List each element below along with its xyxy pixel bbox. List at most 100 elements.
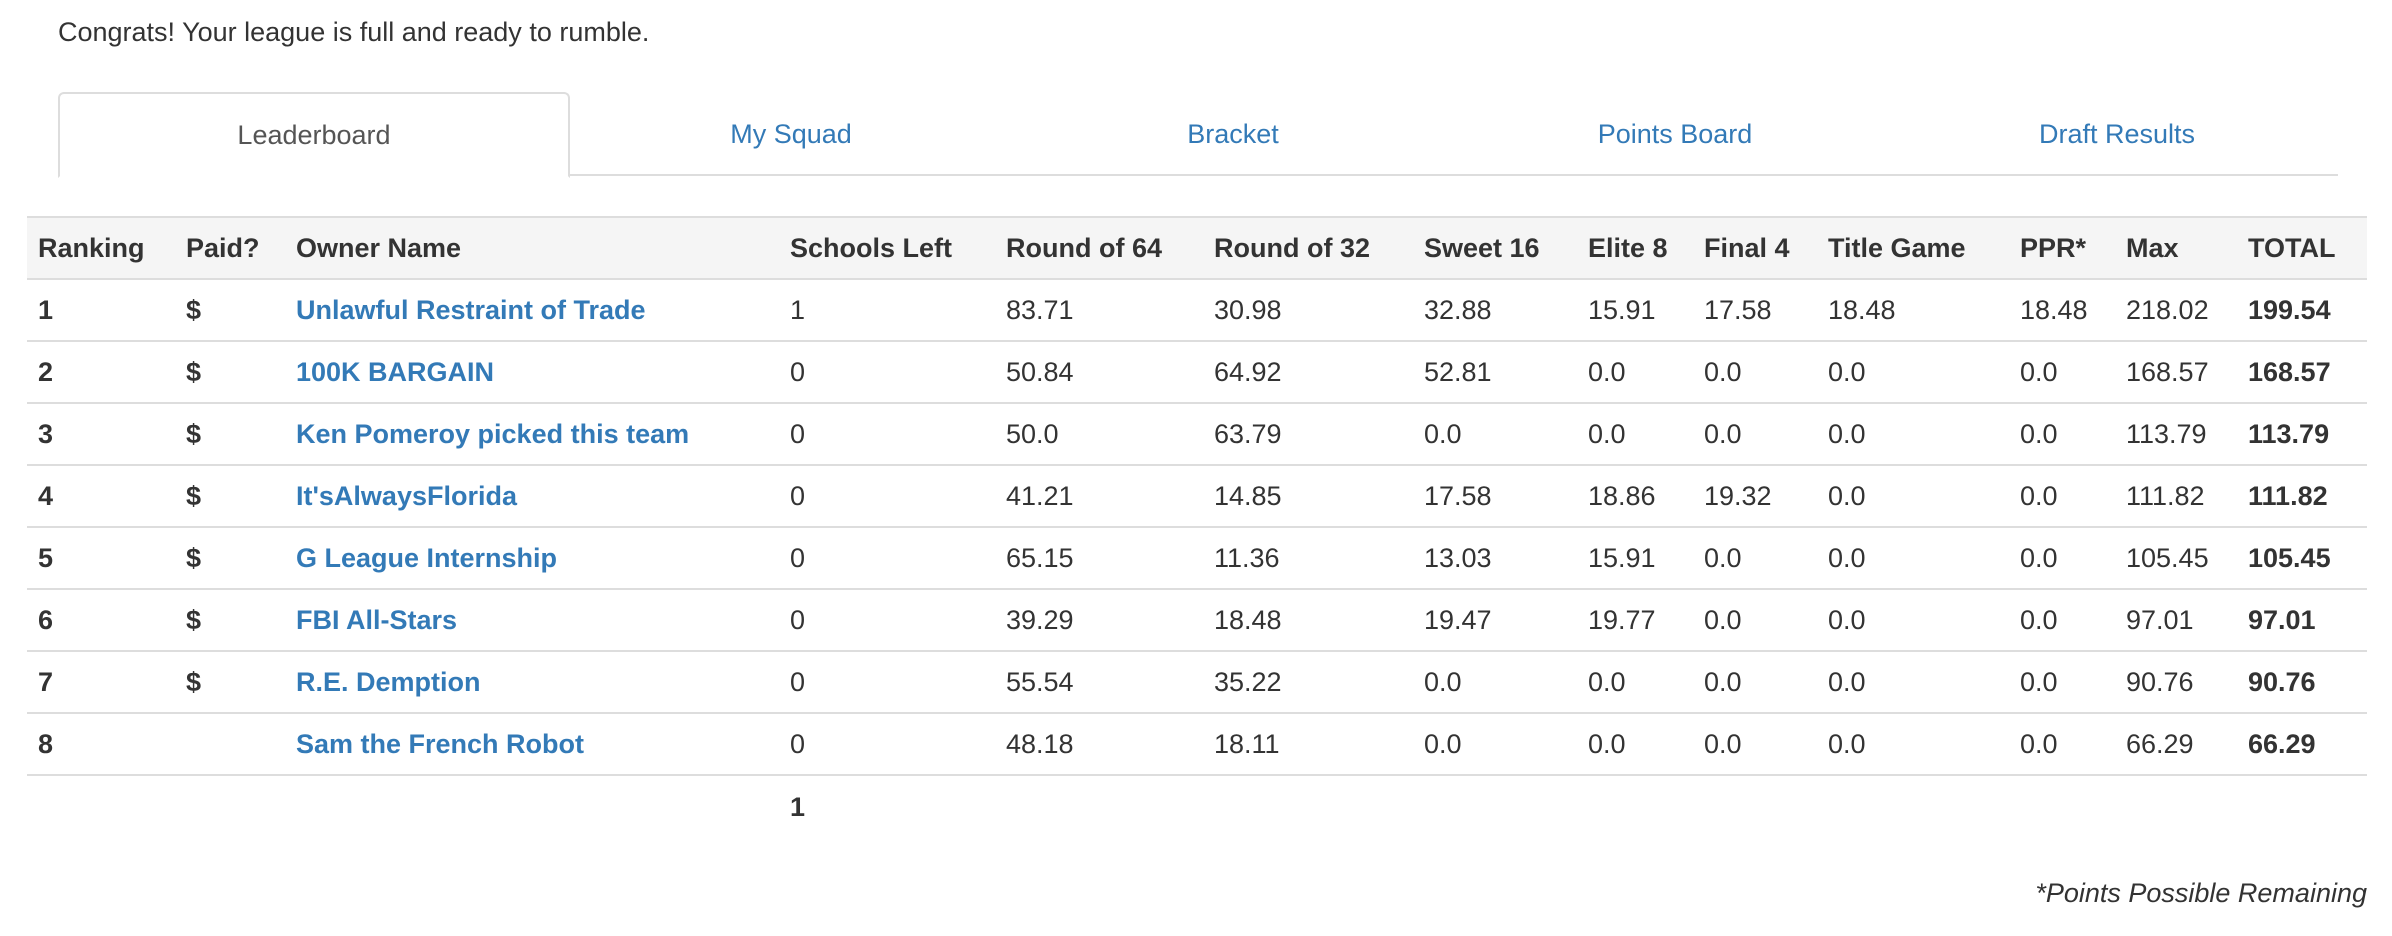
- round-of-32-cell: 18.48: [1203, 589, 1413, 652]
- final-4-cell: 0.0: [1693, 527, 1817, 590]
- column-header-schools-left[interactable]: Schools Left: [779, 216, 995, 280]
- max-cell: 105.45: [2115, 527, 2237, 590]
- final-4-cell: 0.0: [1693, 403, 1817, 466]
- total-cell: 90.76: [2237, 651, 2367, 714]
- round-of-64-cell: 50.84: [995, 341, 1203, 404]
- empty-cell: [1203, 775, 1413, 838]
- paid-cell: $: [175, 403, 285, 466]
- final-4-cell: 17.58: [1693, 279, 1817, 342]
- max-cell: 113.79: [2115, 403, 2237, 466]
- schools-left-cell: 1: [779, 279, 995, 342]
- column-header-max[interactable]: Max: [2115, 216, 2237, 280]
- sweet-16-cell: 13.03: [1413, 527, 1577, 590]
- column-header-round-of-32[interactable]: Round of 32: [1203, 216, 1413, 280]
- paid-cell: $: [175, 589, 285, 652]
- ranking-cell: 6: [27, 589, 175, 652]
- owner-name-link[interactable]: FBI All-Stars: [285, 589, 779, 652]
- empty-cell: [27, 775, 175, 838]
- title-game-cell: 0.0: [1817, 713, 2009, 776]
- schools-left-cell: 0: [779, 465, 995, 528]
- sweet-16-cell: 52.81: [1413, 341, 1577, 404]
- sweet-16-cell: 32.88: [1413, 279, 1577, 342]
- total-cell: 111.82: [2237, 465, 2367, 528]
- ranking-cell: 8: [27, 713, 175, 776]
- table-header-row: Ranking Paid? Owner Name Schools Left Ro…: [27, 216, 2367, 280]
- elite-8-cell: 0.0: [1577, 341, 1693, 404]
- league-status-message: Congrats! Your league is full and ready …: [58, 17, 650, 47]
- owner-name-link[interactable]: G League Internship: [285, 527, 779, 590]
- league-tabs: Leaderboard My Squad Bracket Points Boar…: [58, 92, 2338, 178]
- round-of-32-cell: 64.92: [1203, 341, 1413, 404]
- sweet-16-cell: 0.0: [1413, 651, 1577, 714]
- empty-cell: [175, 775, 285, 838]
- round-of-64-cell: 41.21: [995, 465, 1203, 528]
- round-of-64-cell: 39.29: [995, 589, 1203, 652]
- tab-bracket[interactable]: Bracket: [1012, 92, 1454, 176]
- empty-cell: [1413, 775, 1577, 838]
- owner-name-link[interactable]: Ken Pomeroy picked this team: [285, 403, 779, 466]
- column-header-round-of-64[interactable]: Round of 64: [995, 216, 1203, 280]
- column-header-total[interactable]: TOTAL: [2237, 216, 2367, 280]
- schools-left-cell: 0: [779, 527, 995, 590]
- elite-8-cell: 0.0: [1577, 651, 1693, 714]
- sweet-16-cell: 0.0: [1413, 403, 1577, 466]
- owner-name-link[interactable]: R.E. Demption: [285, 651, 779, 714]
- tab-points-board[interactable]: Points Board: [1454, 92, 1896, 176]
- empty-cell: [2237, 775, 2367, 838]
- owner-name-link[interactable]: Unlawful Restraint of Trade: [285, 279, 779, 342]
- tab-my-squad[interactable]: My Squad: [570, 92, 1012, 176]
- round-of-32-cell: 30.98: [1203, 279, 1413, 342]
- schools-left-cell: 0: [779, 651, 995, 714]
- ranking-cell: 5: [27, 527, 175, 590]
- table-row: 5 $ G League Internship 0 65.15 11.36 13…: [27, 527, 2367, 590]
- max-cell: 66.29: [2115, 713, 2237, 776]
- empty-cell: [2009, 775, 2115, 838]
- schools-left-cell: 0: [779, 403, 995, 466]
- title-game-cell: 0.0: [1817, 527, 2009, 590]
- paid-cell: $: [175, 527, 285, 590]
- table-row: 3 $ Ken Pomeroy picked this team 0 50.0 …: [27, 403, 2367, 466]
- owner-name-link[interactable]: Sam the French Robot: [285, 713, 779, 776]
- schools-left-cell: 0: [779, 589, 995, 652]
- column-header-title-game[interactable]: Title Game: [1817, 216, 2009, 280]
- column-header-final-4[interactable]: Final 4: [1693, 216, 1817, 280]
- schools-left-cell: 0: [779, 341, 995, 404]
- elite-8-cell: 15.91: [1577, 527, 1693, 590]
- sweet-16-cell: 0.0: [1413, 713, 1577, 776]
- ppr-cell: 0.0: [2009, 713, 2115, 776]
- column-header-ppr[interactable]: PPR*: [2009, 216, 2115, 280]
- owner-name-link[interactable]: 100K BARGAIN: [285, 341, 779, 404]
- max-cell: 218.02: [2115, 279, 2237, 342]
- final-4-cell: 0.0: [1693, 589, 1817, 652]
- total-cell: 113.79: [2237, 403, 2367, 466]
- round-of-32-cell: 14.85: [1203, 465, 1413, 528]
- column-header-owner-name[interactable]: Owner Name: [285, 216, 779, 280]
- max-cell: 90.76: [2115, 651, 2237, 714]
- table-row: 7 $ R.E. Demption 0 55.54 35.22 0.0 0.0 …: [27, 651, 2367, 714]
- column-header-sweet-16[interactable]: Sweet 16: [1413, 216, 1577, 280]
- paid-cell: $: [175, 341, 285, 404]
- max-cell: 168.57: [2115, 341, 2237, 404]
- ppr-cell: 0.0: [2009, 589, 2115, 652]
- column-header-elite-8[interactable]: Elite 8: [1577, 216, 1693, 280]
- ranking-cell: 3: [27, 403, 175, 466]
- ppr-cell: 0.0: [2009, 341, 2115, 404]
- elite-8-cell: 15.91: [1577, 279, 1693, 342]
- ppr-footnote: *Points Possible Remaining: [2035, 878, 2367, 908]
- owner-name-link[interactable]: It'sAlwaysFlorida: [285, 465, 779, 528]
- column-header-paid[interactable]: Paid?: [175, 216, 285, 280]
- paid-cell: $: [175, 465, 285, 528]
- ppr-cell: 18.48: [2009, 279, 2115, 342]
- column-header-ranking[interactable]: Ranking: [27, 216, 175, 280]
- table-footer-row: 1: [27, 775, 2367, 838]
- ppr-cell: 0.0: [2009, 465, 2115, 528]
- round-of-64-cell: 83.71: [995, 279, 1203, 342]
- total-cell: 199.54: [2237, 279, 2367, 342]
- tab-draft-results[interactable]: Draft Results: [1896, 92, 2338, 176]
- final-4-cell: 0.0: [1693, 341, 1817, 404]
- leaderboard-table: Ranking Paid? Owner Name Schools Left Ro…: [27, 216, 2367, 838]
- tab-leaderboard[interactable]: Leaderboard: [58, 92, 570, 178]
- ranking-cell: 4: [27, 465, 175, 528]
- title-game-cell: 0.0: [1817, 403, 2009, 466]
- elite-8-cell: 0.0: [1577, 713, 1693, 776]
